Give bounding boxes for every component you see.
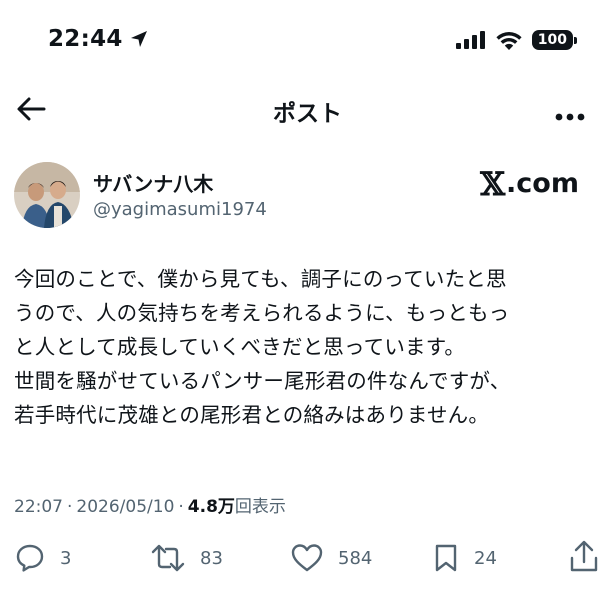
post-text-line: 若手時代に茂雄との尾形君との絡みはありません。 (14, 403, 490, 427)
x-logo-icon: 𝕏 (480, 165, 506, 203)
post-text: 今回のことで、僕から見ても、調子にのっていたと思 うので、人の気持ちを考えられる… (14, 262, 599, 432)
post-time: 22:07 (14, 497, 63, 517)
heart-icon (291, 544, 323, 572)
views-label: 回表示 (234, 497, 286, 517)
more-options-button[interactable] (555, 106, 585, 125)
post-text-line: 今回のことで、僕から見ても、調子にのっていたと思 (14, 267, 507, 291)
avatar[interactable] (14, 162, 80, 228)
battery-cap (574, 36, 577, 44)
battery-indicator: 100 (531, 30, 577, 50)
post-date: 2026/05/10 (76, 497, 175, 517)
status-bar-indicators: 100 (455, 30, 577, 50)
post-text-line: と人として成長していくべきだと思っています。 (14, 335, 466, 359)
post-header: ポスト (0, 88, 615, 132)
share-button[interactable] (568, 540, 600, 574)
repost-count: 83 (200, 547, 223, 569)
reply-button[interactable]: 3 (14, 542, 71, 574)
post-meta: 22:07 · 2026/05/10 · 4.8万回表示 (14, 492, 286, 517)
wifi-icon (496, 31, 522, 50)
avatar-photo (14, 162, 80, 228)
reply-count: 3 (60, 547, 72, 569)
x-com-logo: 𝕏 .com (480, 168, 579, 200)
post-text-line: 世間を騒がせているパンサー尾形君の件なんですが、 (14, 369, 511, 393)
status-time-text: 22:44 (48, 26, 123, 52)
like-count: 584 (338, 547, 373, 569)
views-count: 4.8万 (187, 497, 235, 517)
meta-separator: · (67, 497, 73, 517)
speech-bubble-icon (16, 544, 44, 572)
meta-separator: · (178, 497, 184, 517)
bookmark-icon (435, 544, 457, 572)
like-button[interactable]: 584 (290, 542, 372, 574)
author-name[interactable]: サバンナ八木 (93, 168, 213, 197)
author-handle[interactable]: @yagimasumi1974 (93, 199, 267, 220)
signal-bars-icon (455, 31, 485, 49)
repost-arrows-icon (151, 544, 185, 572)
bookmark-button[interactable]: 24 (432, 542, 497, 574)
ellipsis-icon (555, 113, 585, 121)
bookmark-count: 24 (474, 547, 497, 569)
page-title: ポスト (273, 101, 342, 127)
status-bar-time: 22:44 (48, 26, 149, 52)
brand-domain: .com (506, 168, 579, 199)
post-actions: 3 83 584 24 (0, 538, 615, 578)
share-upload-icon (570, 540, 598, 572)
repost-button[interactable]: 83 (150, 542, 223, 574)
battery-level: 100 (531, 30, 573, 50)
post-text-line: うので、人の気持ちを考えられるように、もっともっ (14, 301, 510, 325)
location-arrow-icon (130, 31, 147, 47)
